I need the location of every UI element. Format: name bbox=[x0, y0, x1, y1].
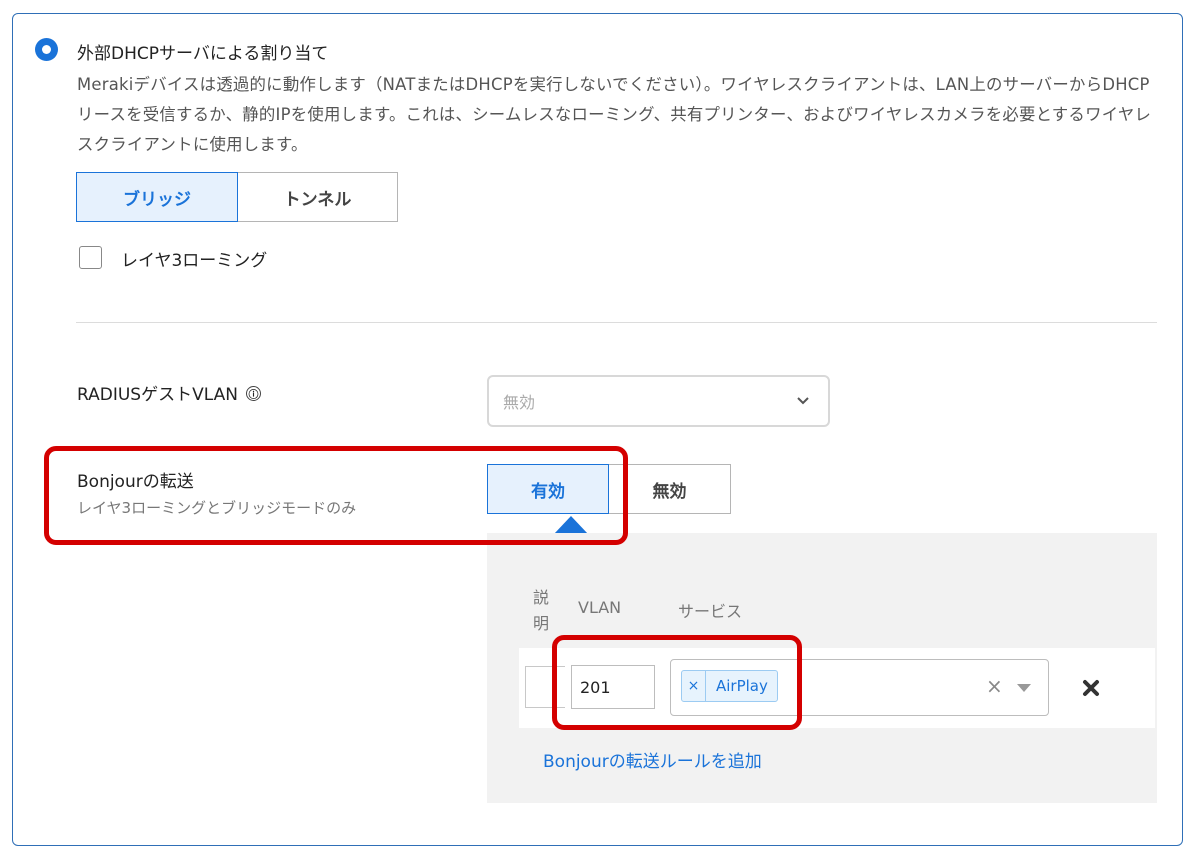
section-divider bbox=[76, 322, 1157, 323]
service-tag-label: AirPlay bbox=[716, 677, 768, 695]
layer3-roaming-label: レイヤ3ローミング bbox=[121, 251, 268, 271]
column-header-services: サービス bbox=[678, 602, 743, 621]
tunnel-option[interactable]: トンネル bbox=[238, 172, 398, 222]
bonjour-forwarding-subtitle: レイヤ3ローミングとブリッジモードのみ bbox=[77, 499, 357, 517]
radius-guest-vlan-label: RADIUSゲストVLAN ⓘ bbox=[77, 380, 261, 405]
info-icon[interactable]: ⓘ bbox=[245, 386, 261, 401]
chevron-down-icon bbox=[797, 397, 809, 405]
bonjour-disable-option[interactable]: 無効 bbox=[609, 464, 731, 514]
remove-tag-icon[interactable]: × bbox=[682, 671, 706, 701]
column-header-vlan: VLAN bbox=[578, 598, 622, 617]
column-header-description: 説明 bbox=[532, 588, 549, 633]
rule-services-select[interactable]: × AirPlay × bbox=[670, 659, 1049, 716]
radius-guest-vlan-text: RADIUSゲストVLAN bbox=[77, 385, 238, 405]
dropdown-arrow-icon[interactable] bbox=[1017, 684, 1031, 692]
clear-icon[interactable]: × bbox=[986, 676, 1003, 696]
rule-description-input[interactable] bbox=[525, 666, 565, 708]
rule-vlan-input[interactable]: 201 bbox=[571, 665, 655, 709]
bonjour-forwarding-title: Bonjourの転送 bbox=[77, 472, 194, 492]
delete-rule-icon[interactable] bbox=[1080, 677, 1102, 699]
service-tag: × AirPlay bbox=[681, 670, 778, 702]
bridge-option[interactable]: ブリッジ bbox=[76, 172, 238, 222]
external-dhcp-label: 外部DHCPサーバによる割り当て bbox=[77, 44, 329, 64]
bridge-tunnel-toggle: ブリッジ トンネル bbox=[76, 172, 398, 222]
bonjour-enable-option[interactable]: 有効 bbox=[487, 464, 609, 514]
add-bonjour-rule-link[interactable]: Bonjourの転送ルールを追加 bbox=[543, 747, 762, 772]
radius-guest-vlan-value: 無効 bbox=[503, 393, 536, 412]
radius-guest-vlan-select[interactable]: 無効 bbox=[487, 375, 830, 427]
external-dhcp-description: Merakiデバイスは透過的に動作します（NATまたはDHCPを実行しないでくだ… bbox=[77, 75, 1152, 154]
external-dhcp-radio[interactable] bbox=[35, 38, 58, 61]
selected-caret-icon bbox=[554, 516, 588, 534]
layer3-roaming-checkbox[interactable] bbox=[79, 246, 102, 269]
radio-dot bbox=[42, 45, 51, 54]
bonjour-enable-toggle: 有効 無効 bbox=[487, 464, 731, 514]
